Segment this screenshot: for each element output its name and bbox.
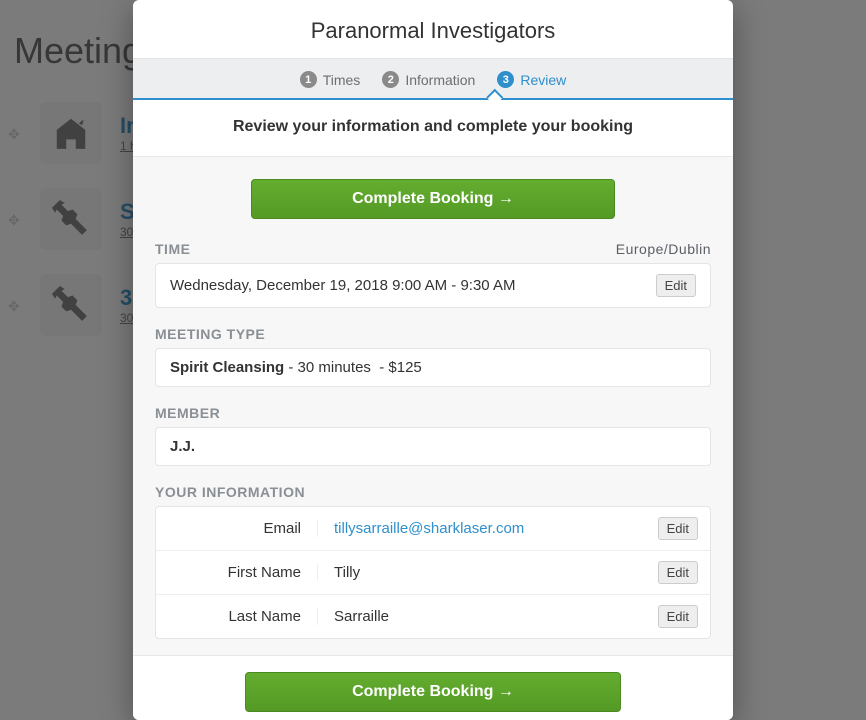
- your-information-table: Email tillysarraille@sharklaser.com Edit…: [155, 506, 711, 639]
- step-review[interactable]: 3 Review: [497, 71, 566, 88]
- time-card: Wednesday, December 19, 2018 9:00 AM - 9…: [155, 263, 711, 308]
- modal-body: Complete Booking → TIME Europe/Dublin We…: [133, 157, 733, 655]
- step-number: 1: [300, 71, 317, 88]
- complete-booking-button[interactable]: Complete Booking →: [251, 179, 615, 219]
- info-value: Tilly: [318, 564, 650, 581]
- section-label-time: TIME Europe/Dublin: [155, 241, 711, 257]
- time-value: Wednesday, December 19, 2018 9:00 AM - 9…: [170, 277, 515, 294]
- arrow-right-icon: →: [498, 190, 514, 207]
- edit-first-name-button[interactable]: Edit: [658, 561, 698, 584]
- info-row-last-name: Last Name Sarraille Edit: [156, 595, 710, 638]
- member-card: J.J.: [155, 427, 711, 466]
- meeting-type-duration: 30 minutes: [298, 359, 371, 376]
- step-number: 3: [497, 71, 514, 88]
- stepper: 1 Times 2 Information 3 Review: [133, 58, 733, 100]
- section-label-text: TIME: [155, 241, 190, 257]
- complete-booking-label: Complete Booking: [352, 683, 493, 700]
- step-times[interactable]: 1 Times: [300, 71, 361, 88]
- step-label: Review: [520, 72, 566, 88]
- step-information[interactable]: 2 Information: [382, 71, 475, 88]
- step-label: Times: [323, 72, 361, 88]
- info-value-email[interactable]: tillysarraille@sharklaser.com: [318, 520, 650, 537]
- meeting-type-value: Spirit Cleansing - 30 minutes - $125: [170, 359, 422, 376]
- info-row-email: Email tillysarraille@sharklaser.com Edit: [156, 507, 710, 551]
- step-label: Information: [405, 72, 475, 88]
- meeting-type-card: Spirit Cleansing - 30 minutes - $125: [155, 348, 711, 387]
- booking-modal: Paranormal Investigators 1 Times 2 Infor…: [133, 0, 733, 720]
- info-key: First Name: [168, 564, 318, 581]
- meeting-type-name: Spirit Cleansing: [170, 359, 284, 376]
- edit-email-button[interactable]: Edit: [658, 517, 698, 540]
- timezone: Europe/Dublin: [616, 241, 711, 257]
- complete-booking-label: Complete Booking: [352, 190, 493, 207]
- section-label-member: MEMBER: [155, 405, 711, 421]
- review-heading: Review your information and complete you…: [133, 100, 733, 157]
- info-value: Sarraille: [318, 608, 650, 625]
- edit-time-button[interactable]: Edit: [656, 274, 696, 297]
- edit-last-name-button[interactable]: Edit: [658, 605, 698, 628]
- section-label-text: MEMBER: [155, 405, 220, 421]
- info-key: Last Name: [168, 608, 318, 625]
- info-row-first-name: First Name Tilly Edit: [156, 551, 710, 595]
- section-label-text: MEETING TYPE: [155, 326, 265, 342]
- step-number: 2: [382, 71, 399, 88]
- info-key: Email: [168, 520, 318, 537]
- modal-footer: Complete Booking →: [133, 655, 733, 720]
- arrow-right-icon: →: [498, 683, 514, 700]
- meeting-type-price: $125: [388, 359, 421, 376]
- section-label-meeting-type: MEETING TYPE: [155, 326, 711, 342]
- member-value: J.J.: [170, 438, 195, 455]
- section-label-text: YOUR INFORMATION: [155, 484, 305, 500]
- section-label-your-information: YOUR INFORMATION: [155, 484, 711, 500]
- modal-title: Paranormal Investigators: [133, 0, 733, 58]
- complete-booking-button-footer[interactable]: Complete Booking →: [245, 672, 621, 712]
